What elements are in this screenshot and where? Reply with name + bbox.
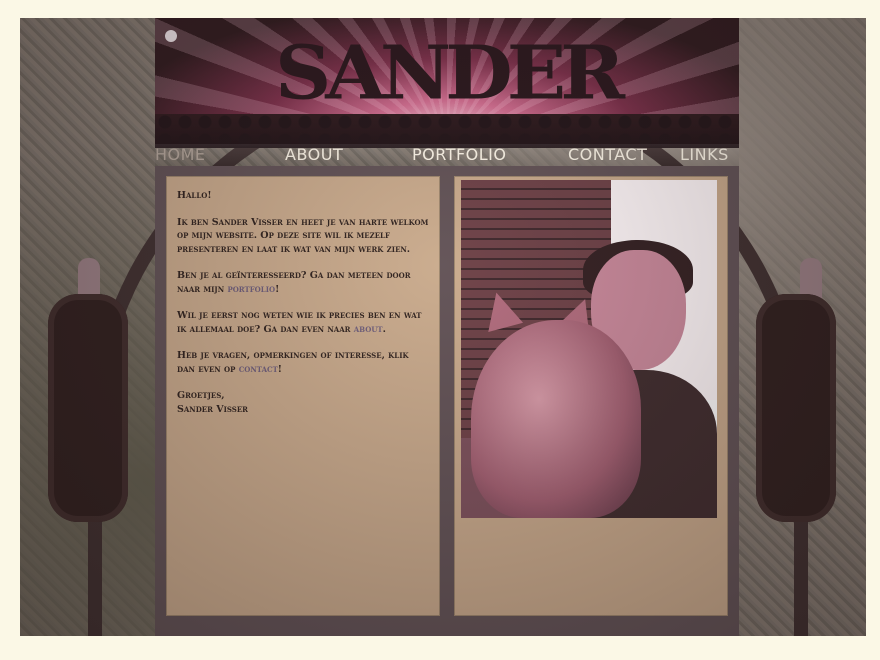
signature: Sander Visser [177,403,248,415]
page-background: SANDER HOME ABOUT PORTFOLIO CONTACT LINK… [20,18,866,636]
content-frame: Hallo! Ik ben Sander Visser en heet je v… [155,166,739,636]
contact-link[interactable]: contact [239,364,278,375]
intro-paragraph: Ik ben Sander Visser en heet je van hart… [177,216,429,255]
site-header: SANDER [155,18,739,148]
about-link[interactable]: about [354,324,383,335]
welcome-text-panel: Hallo! Ik ben Sander Visser en heet je v… [166,176,440,616]
contact-text: Heb je vragen, opmerkingen of interesse,… [177,350,409,375]
greeting: Hallo! [177,190,212,201]
crowd-silhouette [155,114,739,148]
nav-portfolio[interactable]: PORTFOLIO [412,145,507,164]
nav-home[interactable]: HOME [155,145,206,164]
photo-panel [454,176,728,616]
main-nav: HOME ABOUT PORTFOLIO CONTACT LINKS [155,144,739,166]
contact-paragraph: Heb je vragen, opmerkingen of interesse,… [177,349,429,376]
portfolio-text-end: ! [275,283,280,295]
about-text-end: . [382,323,386,335]
portfolio-link[interactable]: portfolio [227,284,275,295]
about-paragraph: Wil je eerst nog weten wie ik precies be… [177,309,429,336]
nav-contact[interactable]: CONTACT [568,145,647,164]
signoff: Groetjes, [177,390,225,401]
headphone-cup-left [48,294,128,522]
headphone-cup-right [756,294,836,522]
nav-links[interactable]: LINKS [680,145,729,164]
profile-photo [461,180,717,518]
photo-cat [471,320,641,518]
contact-text-end: ! [277,363,282,375]
portfolio-paragraph: Ben je al geïnteresseerd? Ga dan meteen … [177,269,429,296]
nav-about[interactable]: ABOUT [285,145,343,164]
site-logo[interactable]: SANDER [155,30,739,116]
portfolio-text: Ben je al geïnteresseerd? Ga dan meteen … [177,270,411,295]
